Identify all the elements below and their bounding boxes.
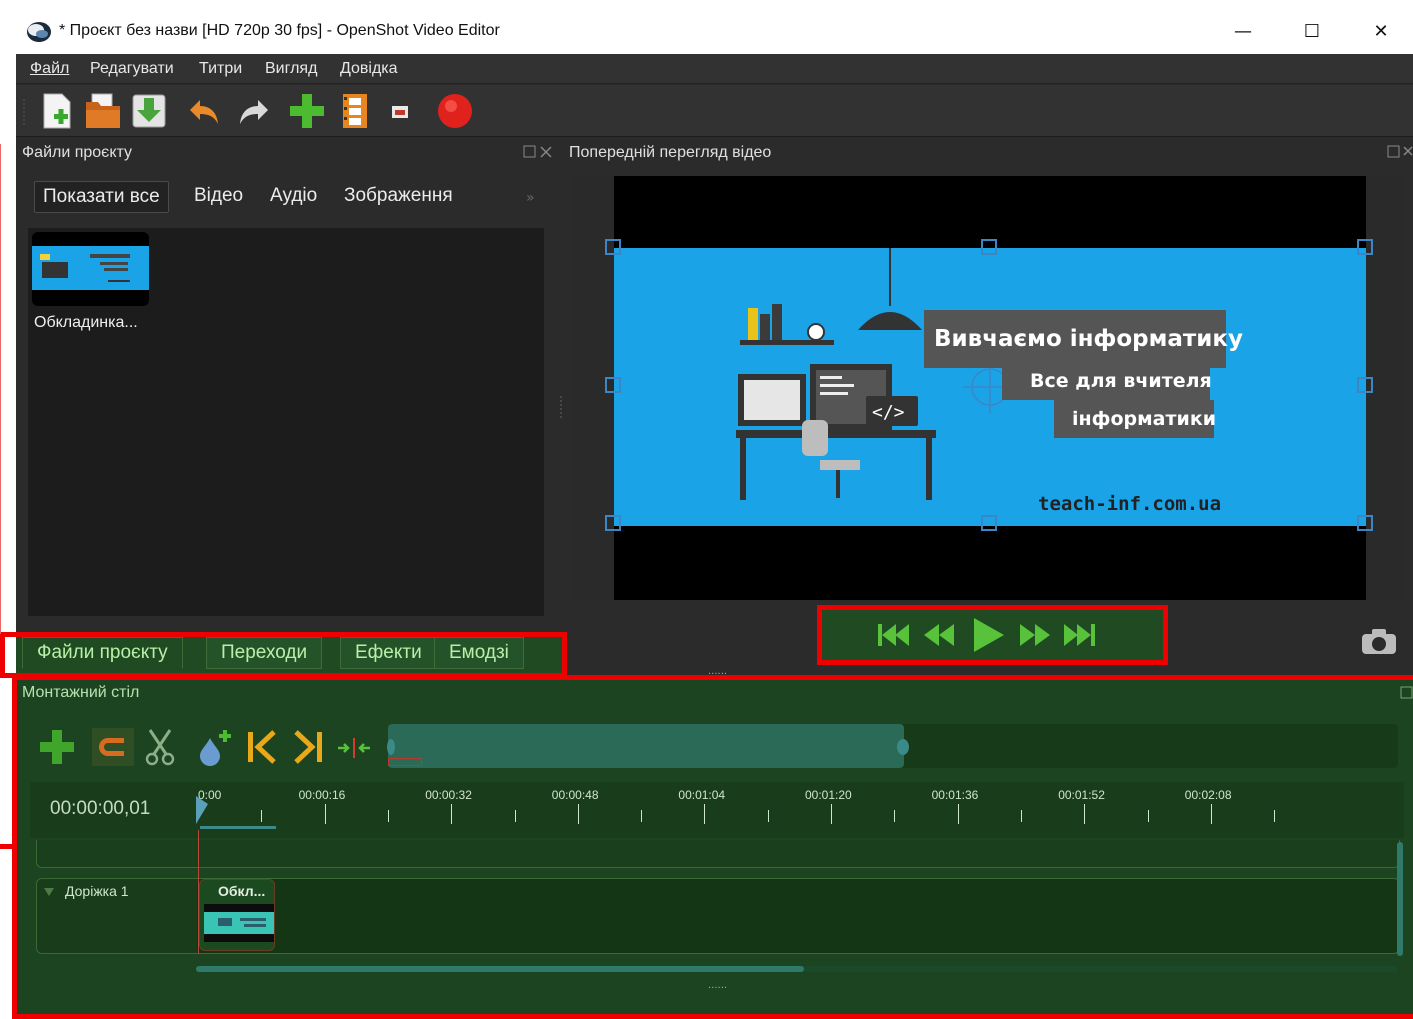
open-project-icon[interactable]: [84, 92, 122, 130]
title-bar: * Проєкт без назви [HD 720p 30 fps] - Op…: [16, 10, 1413, 54]
menu-titles[interactable]: Титри: [199, 60, 242, 78]
more-filters-icon[interactable]: »: [526, 190, 535, 206]
dock-float-close-icon[interactable]: [523, 145, 553, 159]
minimize-button[interactable]: —: [1220, 16, 1266, 48]
export-video-icon[interactable]: [436, 92, 474, 130]
filter-audio[interactable]: Аудіо: [262, 181, 325, 213]
toolbar-grip-icon: [23, 99, 25, 125]
menu-view[interactable]: Вигляд: [265, 60, 317, 78]
redo-icon[interactable]: [234, 92, 272, 130]
undo-icon[interactable]: [186, 92, 224, 130]
choose-profile-icon[interactable]: [336, 92, 374, 130]
menu-help[interactable]: Довідка: [340, 60, 398, 78]
openshot-logo-icon: [27, 22, 51, 42]
preview-panel-title: Попередній перегляд відео: [569, 144, 772, 161]
menu-file[interactable]: Файл: [30, 60, 69, 78]
save-project-icon[interactable]: [130, 92, 168, 130]
files-list[interactable]: Обкладинка...: [28, 228, 544, 616]
camera-icon[interactable]: [1360, 626, 1398, 656]
filter-video[interactable]: Відео: [186, 181, 251, 213]
annotation-timeline-box: [12, 675, 1413, 1019]
new-project-icon[interactable]: [38, 92, 76, 130]
thumbnail-image: [32, 246, 149, 290]
close-button[interactable]: ✕: [1358, 16, 1404, 48]
fullscreen-icon[interactable]: [380, 92, 418, 130]
filter-images[interactable]: Зображення: [336, 181, 461, 213]
splitter-handle-icon[interactable]: [559, 396, 563, 418]
menu-edit[interactable]: Редагувати: [90, 60, 174, 78]
annotation-playback-box: [817, 605, 1168, 665]
video-preview-panel: Попередній перегляд відео </> Вивчаємо і…: [564, 138, 1413, 678]
file-thumbnail[interactable]: [32, 232, 149, 306]
filter-show-all[interactable]: Показати все: [34, 181, 169, 213]
window-title: * Проєкт без назви [HD 720p 30 fps] - Op…: [59, 22, 500, 39]
menu-bar: Файл Редагувати Титри Вигляд Довідка: [16, 54, 1413, 84]
file-name: Обкладинка...: [34, 314, 138, 331]
project-files-panel: Файли проєкту Показати все Відео Аудіо З…: [16, 138, 562, 632]
annotation-tabs-box: [0, 632, 567, 678]
maximize-button[interactable]: ☐: [1289, 16, 1335, 48]
preview-canvas[interactable]: </> Вивчаємо інформатику Все для вчителя…: [574, 176, 1406, 600]
files-panel-title: Файли проєкту: [22, 144, 133, 161]
main-toolbar: [16, 85, 1413, 137]
transform-handles[interactable]: [604, 238, 1376, 536]
import-files-icon[interactable]: [288, 92, 326, 130]
annotation-timeline-left-edge: [0, 844, 14, 849]
annotation-left-margin-line: [0, 144, 1, 634]
preview-dock-icon[interactable]: [1387, 145, 1413, 159]
